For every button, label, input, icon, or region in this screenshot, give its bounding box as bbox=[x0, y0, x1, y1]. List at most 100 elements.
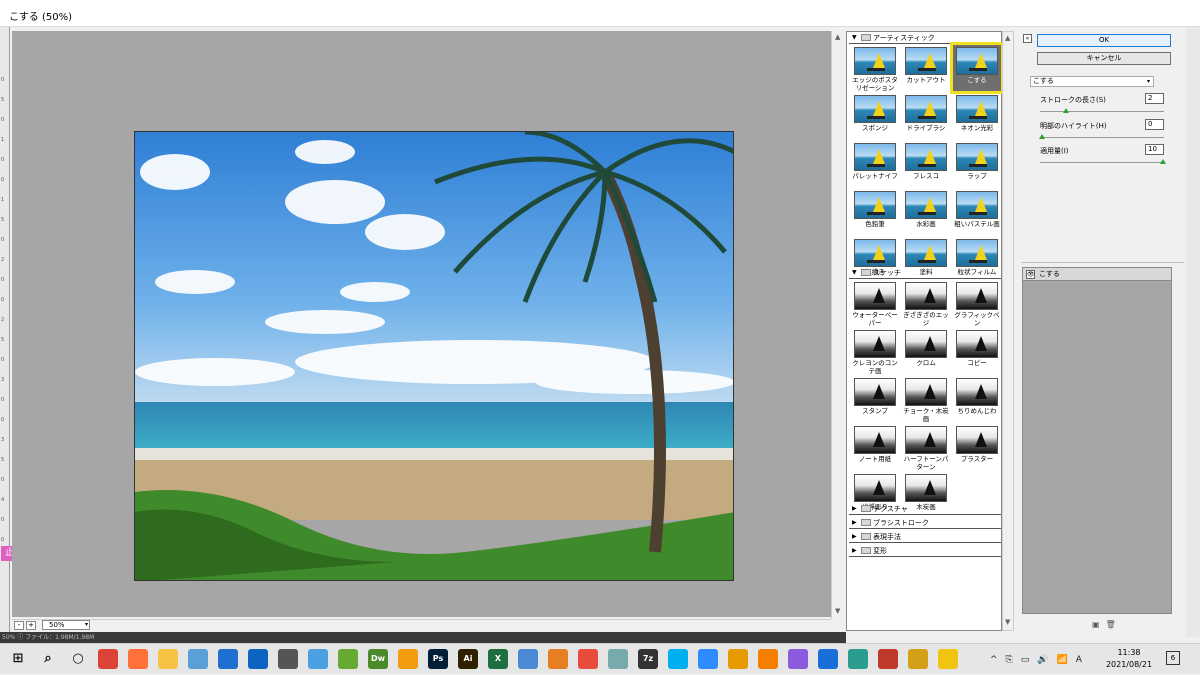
taskbar-cortana-icon[interactable]: ○ bbox=[68, 649, 88, 669]
param-value-input[interactable]: 2 bbox=[1145, 93, 1164, 104]
filter-thumb[interactable]: プラスター bbox=[952, 423, 1002, 471]
preview-horizontal-scrollbar[interactable] bbox=[12, 619, 831, 630]
taskbar-ps-icon[interactable]: Ps bbox=[428, 649, 448, 669]
filter-thumb[interactable]: カットアウト bbox=[901, 44, 951, 92]
taskbar-settings-icon[interactable] bbox=[278, 649, 298, 669]
clock[interactable]: 11:38 2021/08/21 bbox=[1100, 647, 1158, 671]
tray-icon[interactable]: 🔊 bbox=[1037, 655, 1048, 665]
filter-thumb[interactable]: グラフィックペン bbox=[952, 279, 1002, 327]
tray-icon[interactable]: A bbox=[1076, 655, 1082, 665]
taskbar-x-icon[interactable]: X bbox=[488, 649, 508, 669]
category-collapsed-2[interactable]: ▶ 表現手法 bbox=[849, 531, 1001, 543]
filter-thumb[interactable]: コピー bbox=[952, 327, 1002, 375]
zoom-in-button[interactable]: + bbox=[26, 620, 36, 630]
taskbar-sticky-icon[interactable] bbox=[938, 649, 958, 669]
taskbar-outlook-icon[interactable] bbox=[248, 649, 268, 669]
filter-thumb[interactable]: 粗いパステル画 bbox=[952, 188, 1002, 236]
filter-thumb[interactable]: ノート用紙 bbox=[850, 423, 900, 471]
zoom-out-button[interactable]: - bbox=[14, 620, 24, 630]
taskbar-feather-icon[interactable] bbox=[608, 649, 628, 669]
slider-knob[interactable] bbox=[1063, 108, 1070, 113]
thumb-label: カットアウト bbox=[906, 76, 946, 84]
eye-icon[interactable]: 👁 bbox=[1026, 270, 1035, 279]
slider-knob[interactable] bbox=[1039, 134, 1045, 139]
param-value-input[interactable]: 0 bbox=[1145, 119, 1164, 130]
taskbar-cat-icon[interactable] bbox=[908, 649, 928, 669]
taskbar-butterfly-icon[interactable] bbox=[548, 649, 568, 669]
filter-thumb[interactable]: クロム bbox=[901, 327, 951, 375]
taskbar-editor-icon[interactable] bbox=[518, 649, 538, 669]
taskbar-skype-icon[interactable] bbox=[668, 649, 688, 669]
slider-track[interactable] bbox=[1040, 111, 1164, 112]
taskbar-firefox-icon[interactable] bbox=[128, 649, 148, 669]
slider-knob[interactable] bbox=[1160, 159, 1166, 164]
param-value-input[interactable]: 10 bbox=[1145, 144, 1164, 155]
filter-thumb[interactable]: 水彩画 bbox=[901, 188, 951, 236]
filter-select[interactable]: こする ▾ bbox=[1030, 76, 1154, 87]
category-collapsed-3[interactable]: ▶ 変形 bbox=[849, 545, 1001, 557]
ok-button[interactable]: OK bbox=[1037, 34, 1171, 47]
taskbar-winrar-icon[interactable] bbox=[338, 649, 358, 669]
slider-track[interactable] bbox=[1040, 137, 1164, 138]
filter-thumb[interactable]: ドライブラシ bbox=[901, 92, 951, 140]
tray-icon[interactable]: ⎘ bbox=[1006, 655, 1013, 665]
taskbar-search-icon[interactable]: ⌕ bbox=[38, 649, 58, 669]
preview-canvas[interactable] bbox=[12, 31, 831, 617]
taskbar-ai-icon[interactable]: Ai bbox=[458, 649, 478, 669]
slider-track[interactable] bbox=[1040, 162, 1164, 163]
taskbar-paint-icon[interactable] bbox=[578, 649, 598, 669]
taskbar-explorer-icon[interactable] bbox=[158, 649, 178, 669]
scroll-down-icon[interactable]: ▼ bbox=[835, 607, 840, 615]
filter-thumb[interactable]: ウォーターペーパー bbox=[850, 279, 900, 327]
taskbar-music-icon[interactable] bbox=[818, 649, 838, 669]
filter-thumb[interactable]: 色鉛筆 bbox=[850, 188, 900, 236]
taskbar-dw-icon[interactable]: Dw bbox=[368, 649, 388, 669]
taskbar-news-icon[interactable] bbox=[308, 649, 328, 669]
filter-thumb[interactable]: スポンジ bbox=[850, 92, 900, 140]
taskbar-tablet-icon[interactable] bbox=[188, 649, 208, 669]
taskbar-vlc-icon[interactable] bbox=[758, 649, 778, 669]
trash-icon[interactable]: 🗑 bbox=[1106, 620, 1116, 629]
taskbar-record-icon[interactable] bbox=[878, 649, 898, 669]
taskbar-dragon-icon[interactable] bbox=[788, 649, 808, 669]
category-collapsed-1[interactable]: ▶ ブラシストローク bbox=[849, 517, 1001, 529]
category-collapsed-0[interactable]: ▶ テクスチャ bbox=[849, 503, 1001, 515]
effect-layer-row[interactable]: 👁 こする bbox=[1023, 268, 1171, 281]
filter-thumb[interactable]: クレヨンのコンテ画 bbox=[850, 327, 900, 375]
taskbar-chrome-icon[interactable] bbox=[98, 649, 118, 669]
filter-thumb[interactable]: エッジのポスタリゼーション bbox=[850, 44, 900, 92]
filter-thumb[interactable]: ラップ bbox=[952, 140, 1002, 188]
tray-icon[interactable]: 📶 bbox=[1056, 655, 1067, 665]
preview-vertical-scrollbar[interactable]: ▲ ▼ bbox=[831, 31, 844, 619]
filter-thumb[interactable]: フレスコ bbox=[901, 140, 951, 188]
filter-thumb[interactable]: ネオン光彩 bbox=[952, 92, 1002, 140]
gallery-scrollbar[interactable]: ▲ ▼ bbox=[1002, 31, 1014, 631]
filter-thumb[interactable]: ちりめんじわ bbox=[952, 375, 1002, 423]
tray-icon[interactable]: ^ bbox=[990, 655, 998, 665]
taskbar-sublime-icon[interactable] bbox=[398, 649, 418, 669]
filter-thumb[interactable]: スタンプ bbox=[850, 375, 900, 423]
filter-thumb[interactable]: こする bbox=[950, 42, 1004, 94]
taskbar-7z-icon[interactable]: 7z bbox=[638, 649, 658, 669]
zoom-select[interactable]: 50% ▾ bbox=[42, 620, 90, 630]
taskbar-zoom-icon[interactable] bbox=[698, 649, 718, 669]
scroll-down-icon[interactable]: ▼ bbox=[1005, 618, 1010, 626]
filter-thumb[interactable]: パレットナイフ bbox=[850, 140, 900, 188]
cancel-button[interactable]: キャンセル bbox=[1037, 52, 1171, 65]
taskbar-photos-icon[interactable] bbox=[218, 649, 238, 669]
filter-thumb[interactable]: ハーフトーンパターン bbox=[901, 423, 951, 471]
scroll-up-icon[interactable]: ▲ bbox=[835, 33, 840, 41]
taskbar-globe-icon[interactable] bbox=[848, 649, 868, 669]
collapse-icon[interactable]: « bbox=[1023, 34, 1032, 43]
tray-icon[interactable]: ▭ bbox=[1021, 655, 1030, 665]
category-sketch[interactable]: ▼ スケッチ bbox=[849, 267, 1001, 279]
scroll-up-icon[interactable]: ▲ bbox=[1005, 34, 1010, 42]
taskbar-player-icon[interactable] bbox=[728, 649, 748, 669]
taskbar-start-icon[interactable]: ⊞ bbox=[8, 649, 28, 669]
right-scrollbar[interactable] bbox=[1186, 27, 1200, 637]
filter-thumb[interactable]: ぎざぎざのエッジ bbox=[901, 279, 951, 327]
category-artistic[interactable]: ▼ アーティスティック bbox=[849, 32, 1001, 44]
new-effect-layer-icon[interactable]: ▣ bbox=[1092, 620, 1100, 629]
filter-thumb[interactable]: チョーク・木炭画 bbox=[901, 375, 951, 423]
notification-icon[interactable]: 6 bbox=[1166, 651, 1180, 665]
